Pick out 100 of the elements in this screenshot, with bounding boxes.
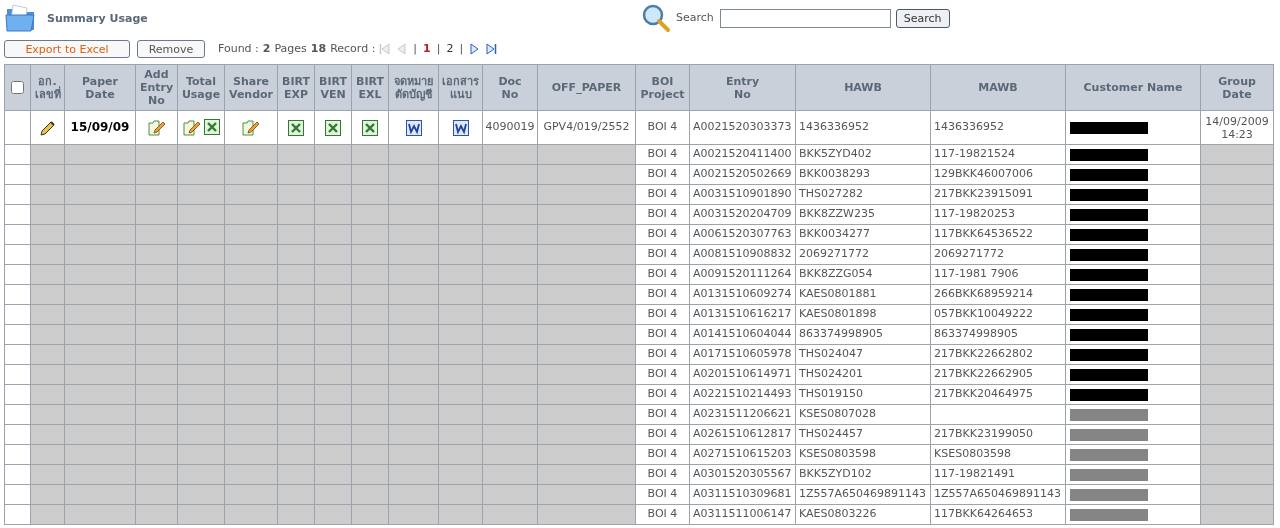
mawb-number: 217BKK22662802 xyxy=(934,347,1033,361)
pages-label: Pages xyxy=(274,40,307,57)
column-header: Add Entry No xyxy=(139,68,174,107)
column-header: Customer Name xyxy=(1083,81,1183,94)
edit-document-icon[interactable] xyxy=(147,118,166,137)
entry-number: A0081510908832 xyxy=(693,247,792,261)
boi-project: BOI 4 xyxy=(647,407,678,421)
page-link[interactable]: 2 xyxy=(446,40,454,58)
hawb-number: BKK5ZYD402 xyxy=(799,147,872,161)
pencil-icon[interactable] xyxy=(38,118,57,137)
hawb-number: KSES0803598 xyxy=(799,447,877,461)
edit-document-icon[interactable] xyxy=(182,118,201,137)
entry-number: A0021520502669 xyxy=(693,167,792,181)
mawb-number: 863374998905 xyxy=(934,327,1018,341)
spreadsheet-icon[interactable] xyxy=(362,119,378,136)
entry-number: A0021520303373 xyxy=(693,120,792,134)
edit-document-icon[interactable] xyxy=(242,118,260,137)
separator: | xyxy=(459,40,464,57)
column-header: HAWB xyxy=(844,81,882,94)
spreadsheet-icon[interactable] xyxy=(203,118,220,135)
hawb-number: BKK8ZZG054 xyxy=(799,267,873,281)
mawb-number: KSES0803598 xyxy=(934,447,1012,461)
column-header: Doc No xyxy=(498,74,522,101)
document-icon[interactable] xyxy=(405,119,422,136)
hawb-number: THS024201 xyxy=(799,367,863,381)
record-label: Record : xyxy=(330,40,376,57)
mawb-number: 117BKK64264653 xyxy=(934,507,1033,521)
column-header: BOI Project xyxy=(640,74,685,101)
column-header: Share Vendor xyxy=(228,74,274,101)
entry-number: A0221510214493 xyxy=(693,387,792,401)
boi-project: BOI 4 xyxy=(647,467,678,481)
hawb-number: KSES0807028 xyxy=(799,407,877,421)
hawb-number: 2069271772 xyxy=(799,247,869,261)
hawb-number: 1Z557A650469891143 xyxy=(799,487,927,501)
page-link[interactable]: 1 xyxy=(423,40,431,58)
spreadsheet-icon[interactable] xyxy=(325,119,341,136)
remove-button[interactable]: Remove xyxy=(137,40,205,58)
last-page-icon[interactable] xyxy=(485,43,498,55)
mawb-number: 1436336952 xyxy=(934,120,1004,134)
record-count: 18 xyxy=(310,40,327,57)
entry-number: A0261510612817 xyxy=(693,427,792,441)
entry-number: A0131510609274 xyxy=(693,287,792,301)
select-all-checkbox[interactable] xyxy=(11,81,24,94)
group-date: 14/09/2009 14:23 xyxy=(1205,114,1269,141)
hawb-number: BKK0038293 xyxy=(799,167,870,181)
search-button[interactable]: Search xyxy=(895,8,950,28)
column-header: Group Date xyxy=(1218,74,1256,101)
document-icon[interactable] xyxy=(452,119,469,136)
hawb-number: BKK0034277 xyxy=(799,227,870,241)
boi-project: BOI 4 xyxy=(647,147,678,161)
column-header: จดหมาย ตัดบัญชี xyxy=(394,74,433,101)
hawb-number: KAES0801898 xyxy=(799,307,877,321)
paper-date: 15/09/09 xyxy=(70,120,130,135)
hawb-number: THS024047 xyxy=(799,347,863,361)
entry-number: A0031510901890 xyxy=(693,187,792,201)
separator: | xyxy=(413,40,418,57)
found-label: Found : xyxy=(218,40,259,57)
mawb-number: 217BKK23915091 xyxy=(934,187,1033,201)
search-label: Search xyxy=(676,9,714,26)
boi-project: BOI 4 xyxy=(647,207,678,221)
mawb-number: 057BKK10049222 xyxy=(934,307,1033,321)
search-field[interactable] xyxy=(719,8,891,28)
spreadsheet-icon[interactable] xyxy=(288,119,304,136)
mawb-number: 2069271772 xyxy=(934,247,1004,261)
hawb-number: THS024457 xyxy=(799,427,863,441)
hawb-number: THS027282 xyxy=(799,187,863,201)
off-paper-number: GPV4/019/2552 xyxy=(543,120,630,134)
entry-number: A0131510616217 xyxy=(693,307,792,321)
column-header: MAWB xyxy=(978,81,1018,94)
hawb-number: BKK8ZZW235 xyxy=(799,207,875,221)
column-header: OFF_PAPER xyxy=(551,81,622,94)
boi-project: BOI 4 xyxy=(647,227,678,241)
column-header: BIRT EXL xyxy=(356,74,384,101)
hawb-number: 863374998905 xyxy=(799,327,883,341)
entry-number: A0021520411400 xyxy=(693,147,792,161)
hawb-number: KAES0803226 xyxy=(799,507,877,521)
boi-project: BOI 4 xyxy=(647,267,678,281)
page-title: Summary Usage xyxy=(47,10,148,27)
entry-number: A0311510309681 xyxy=(693,487,792,501)
mawb-number: 266BKK68959214 xyxy=(934,287,1033,301)
folder-icon xyxy=(5,3,37,33)
column-header: อก. เลขที่ xyxy=(34,74,61,101)
doc-number: 4090019 xyxy=(485,120,535,134)
entry-number: A0091520111264 xyxy=(693,267,792,281)
mawb-number: 217BKK20464975 xyxy=(934,387,1033,401)
column-header: Paper Date xyxy=(82,74,118,101)
boi-project: BOI 4 xyxy=(647,507,678,521)
mawb-number: 217BKK23199050 xyxy=(934,427,1033,441)
page-count: 2 xyxy=(262,40,271,57)
hawb-number: THS019150 xyxy=(799,387,863,401)
entry-number: A0301520305567 xyxy=(693,467,792,481)
boi-project: BOI 4 xyxy=(647,387,678,401)
column-header: เอกสาร แนบ xyxy=(442,74,479,101)
mawb-number: 117-19820253 xyxy=(934,207,1015,221)
entry-number: A0231511206621 xyxy=(693,407,792,421)
separator: | xyxy=(436,40,441,57)
boi-project: BOI 4 xyxy=(647,427,678,441)
column-header: Total Usage xyxy=(181,74,221,101)
mawb-number: 129BKK46007006 xyxy=(934,167,1033,181)
column-header: Entry No xyxy=(725,74,760,101)
